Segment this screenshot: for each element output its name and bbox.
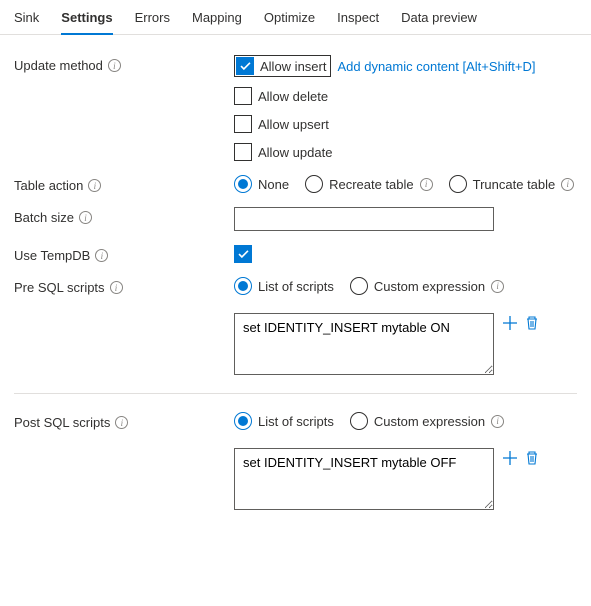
allow-delete-checkbox[interactable] — [234, 87, 252, 105]
info-icon[interactable]: i — [420, 178, 433, 191]
info-icon[interactable]: i — [79, 211, 92, 224]
post-sql-textarea[interactable] — [234, 448, 494, 510]
radio-icon — [350, 277, 368, 295]
pre-sql-textarea[interactable] — [234, 313, 494, 375]
radio-icon — [305, 175, 323, 193]
allow-update-label: Allow update — [258, 145, 332, 160]
table-action-label: Table action — [14, 178, 83, 193]
tab-mapping[interactable]: Mapping — [192, 4, 242, 35]
allow-upsert-checkbox[interactable] — [234, 115, 252, 133]
radio-label: Recreate table — [329, 177, 414, 192]
batch-size-input[interactable] — [234, 207, 494, 231]
pre-sql-custom-radio[interactable]: Custom expression i — [350, 277, 504, 295]
allow-delete-label: Allow delete — [258, 89, 328, 104]
delete-icon[interactable] — [524, 315, 540, 331]
delete-icon[interactable] — [524, 450, 540, 466]
radio-label: Custom expression — [374, 414, 485, 429]
use-tempdb-checkbox[interactable] — [234, 245, 252, 263]
checkbox-icon — [236, 57, 254, 75]
post-sql-custom-radio[interactable]: Custom expression i — [350, 412, 504, 430]
allow-insert-label: Allow insert — [260, 59, 326, 74]
radio-label: List of scripts — [258, 414, 334, 429]
info-icon[interactable]: i — [491, 415, 504, 428]
tab-inspect[interactable]: Inspect — [337, 4, 379, 35]
info-icon[interactable]: i — [95, 249, 108, 262]
tab-data-preview[interactable]: Data preview — [401, 4, 477, 35]
radio-icon — [234, 277, 252, 295]
radio-icon — [234, 175, 252, 193]
radio-label: Custom expression — [374, 279, 485, 294]
info-icon[interactable]: i — [561, 178, 574, 191]
info-icon[interactable]: i — [115, 416, 128, 429]
info-icon[interactable]: i — [110, 281, 123, 294]
radio-label: List of scripts — [258, 279, 334, 294]
tab-errors[interactable]: Errors — [135, 4, 170, 35]
add-icon[interactable] — [502, 450, 518, 466]
radio-label: None — [258, 177, 289, 192]
info-icon[interactable]: i — [88, 179, 101, 192]
allow-upsert-label: Allow upsert — [258, 117, 329, 132]
info-icon[interactable]: i — [108, 59, 121, 72]
pre-sql-list-radio[interactable]: List of scripts — [234, 277, 334, 295]
add-dynamic-content-link[interactable]: Add dynamic content [Alt+Shift+D] — [337, 59, 535, 74]
post-sql-label: Post SQL scripts — [14, 415, 110, 430]
add-icon[interactable] — [502, 315, 518, 331]
settings-form: Update method i Allow insert Add dynamic… — [0, 35, 591, 544]
update-method-label: Update method — [14, 58, 103, 73]
table-action-truncate-radio[interactable]: Truncate table i — [449, 175, 575, 193]
tab-sink[interactable]: Sink — [14, 4, 39, 35]
tab-settings[interactable]: Settings — [61, 4, 112, 35]
radio-label: Truncate table — [473, 177, 556, 192]
radio-icon — [350, 412, 368, 430]
table-action-recreate-radio[interactable]: Recreate table i — [305, 175, 433, 193]
radio-icon — [449, 175, 467, 193]
tab-bar: Sink Settings Errors Mapping Optimize In… — [0, 0, 591, 35]
post-sql-list-radio[interactable]: List of scripts — [234, 412, 334, 430]
allow-update-checkbox[interactable] — [234, 143, 252, 161]
pre-sql-label: Pre SQL scripts — [14, 280, 105, 295]
radio-icon — [234, 412, 252, 430]
tab-optimize[interactable]: Optimize — [264, 4, 315, 35]
info-icon[interactable]: i — [491, 280, 504, 293]
allow-insert-checkbox[interactable]: Allow insert — [234, 55, 331, 77]
divider — [14, 393, 577, 394]
table-action-none-radio[interactable]: None — [234, 175, 289, 193]
use-tempdb-label: Use TempDB — [14, 248, 90, 263]
batch-size-label: Batch size — [14, 210, 74, 225]
